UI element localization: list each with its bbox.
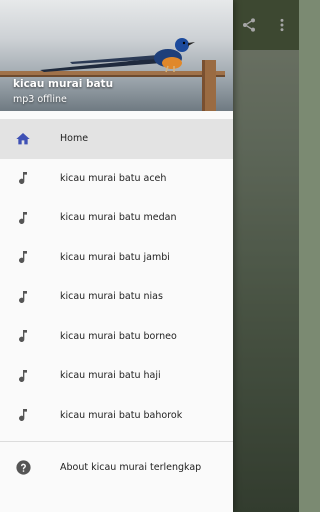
menu-item-label: Home [60, 133, 89, 145]
help-icon [14, 459, 32, 477]
drawer-menu: Home kicau murai batu aceh kicau murai b… [0, 111, 233, 435]
menu-item-home[interactable]: Home [0, 119, 233, 159]
music-note-icon [14, 288, 32, 306]
drawer-header: kicau murai batu mp3 offline [0, 0, 233, 111]
menu-item-haji[interactable]: kicau murai batu haji [0, 356, 233, 396]
menu-item-label: kicau murai batu bahorok [60, 409, 183, 421]
menu-item-label: kicau murai batu jambi [60, 251, 170, 263]
menu-item-aceh[interactable]: kicau murai batu aceh [0, 159, 233, 199]
menu-item-bahorok[interactable]: kicau murai batu bahorok [0, 396, 233, 436]
menu-item-about[interactable]: About kicau murai terlengkap [0, 448, 233, 488]
navigation-drawer: kicau murai batu mp3 offline Home kicau … [0, 0, 233, 512]
home-icon [14, 130, 32, 148]
menu-item-label: About kicau murai terlengkap [60, 462, 202, 474]
music-note-icon [14, 209, 32, 227]
menu-item-borneo[interactable]: kicau murai batu borneo [0, 317, 233, 357]
music-note-icon [14, 327, 32, 345]
drawer-subtitle: mp3 offline [13, 94, 67, 105]
music-note-icon [14, 406, 32, 424]
menu-item-nias[interactable]: kicau murai batu nias [0, 277, 233, 317]
drawer-title: kicau murai batu [13, 78, 114, 90]
menu-divider [0, 441, 233, 442]
menu-item-medan[interactable]: kicau murai batu medan [0, 198, 233, 238]
menu-item-label: kicau murai batu haji [60, 370, 161, 382]
music-note-icon [14, 248, 32, 266]
menu-item-jambi[interactable]: kicau murai batu jambi [0, 238, 233, 278]
music-note-icon [14, 169, 32, 187]
menu-item-label: kicau murai batu aceh [60, 172, 167, 184]
menu-item-label: kicau murai batu borneo [60, 330, 177, 342]
music-note-icon [14, 367, 32, 385]
menu-item-label: kicau murai batu nias [60, 291, 163, 303]
menu-item-label: kicau murai batu medan [60, 212, 177, 224]
